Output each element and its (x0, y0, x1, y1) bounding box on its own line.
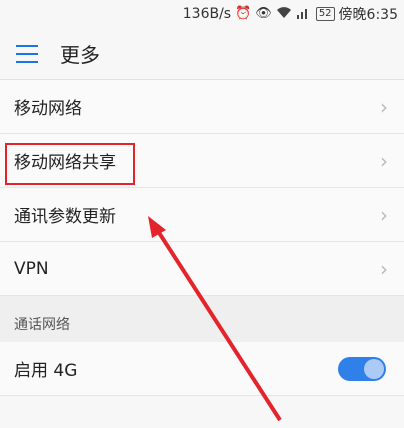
annotation-arrow (148, 216, 282, 422)
